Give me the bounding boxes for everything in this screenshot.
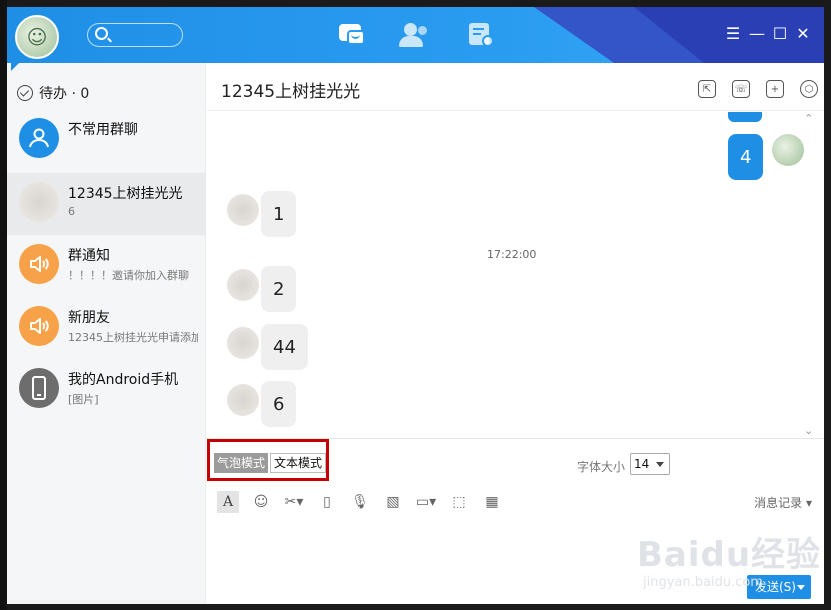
message-list: ⌃ 4 1 17:22:00 2 44 6 ⌄ <box>207 112 824 438</box>
group-icon <box>19 118 59 158</box>
conversation-name: 12345上树挂光光 <box>68 186 183 202</box>
message-bubble-partial <box>728 112 762 122</box>
conversation-item-android-phone[interactable]: 我的Android手机 [图片] <box>7 359 206 421</box>
settings-icon[interactable]: ⬡ <box>800 80 818 98</box>
red-packet-icon[interactable]: ⬚ <box>448 491 470 513</box>
contact-avatar <box>227 194 259 226</box>
screenshot-scissors-icon[interactable]: ✂▾ <box>283 491 305 513</box>
input-toolbar: A ☺ ✂▾ ▯ 🎙 ▧ ▭▾ ⬚ ▦ <box>217 491 503 513</box>
todo-row[interactable]: 待办 · 0 <box>17 83 89 103</box>
nav-contacts-icon[interactable] <box>399 21 429 49</box>
nav-messages-icon[interactable] <box>337 21 367 49</box>
menu-icon[interactable]: ☰ <box>724 25 742 43</box>
search-box[interactable] <box>87 23 183 47</box>
phone-icon <box>19 368 59 408</box>
conversation-preview: ！！！！邀请你加入群聊 <box>68 269 189 282</box>
message-history-button[interactable]: 消息记录 ▾ <box>754 494 812 511</box>
conversation-item-new-friends[interactable]: 新朋友 12345上树挂光光申请添加 <box>7 297 206 359</box>
pin-flag <box>11 63 19 71</box>
self-avatar[interactable]: ☺ <box>15 15 59 59</box>
screen-share-icon[interactable]: ⇱ <box>698 80 716 98</box>
conversation-preview: 6 <box>68 205 75 218</box>
font-icon[interactable]: A <box>217 491 239 513</box>
conversation-sidebar: 待办 · 0 不常用群聊 12345上树挂光光 6 群通知 ！！！！邀请你加入群… <box>7 63 206 604</box>
title-bar: ☺ ☰ — ☐ ✕ <box>7 7 824 63</box>
conversation-item-group-notice[interactable]: 群通知 ！！！！邀请你加入群聊 <box>7 235 206 297</box>
shake-icon[interactable]: ▯ <box>316 491 338 513</box>
close-icon[interactable]: ✕ <box>794 25 812 43</box>
conversation-preview: [图片] <box>68 393 99 406</box>
text-mode-button[interactable]: 文本模式 <box>270 453 326 473</box>
scroll-up-icon[interactable]: ⌃ <box>804 112 813 125</box>
conversation-name: 我的Android手机 <box>68 372 179 388</box>
conversation-item-uncommon-groups[interactable]: 不常用群聊 <box>7 109 206 171</box>
user-avatar <box>19 182 59 222</box>
watermark-url: jingyan.baidu.com <box>643 575 763 590</box>
message-bubble[interactable]: 1 <box>261 191 297 237</box>
call-icon[interactable]: ☏ <box>732 80 750 98</box>
message-timestamp: 17:22:00 <box>487 248 537 261</box>
chat-header: 12345上树挂光光 ⇱ ☏ + ⬡ <box>207 63 824 111</box>
conversation-name: 群通知 <box>68 248 110 264</box>
scroll-down-icon[interactable]: ⌄ <box>804 424 813 437</box>
qq-window: ☺ ☰ — ☐ ✕ 待办 · 0 不常用群聊 12345上树挂光光 6 群通知 … <box>7 7 824 604</box>
font-size-select[interactable]: 14 <box>630 453 670 475</box>
maximize-icon[interactable]: ☐ <box>771 25 789 43</box>
conversation-item-user[interactable]: 12345上树挂光光 6 <box>7 173 206 235</box>
contact-avatar <box>227 269 259 301</box>
message-bubble[interactable]: 44 <box>261 324 308 370</box>
send-options-chevron-icon[interactable] <box>797 585 805 590</box>
conversation-preview: 12345上树挂光光申请添加 <box>68 331 198 344</box>
screen-edge <box>0 0 7 610</box>
minimize-icon[interactable]: — <box>748 25 766 43</box>
calendar-icon[interactable]: ▦ <box>481 491 503 513</box>
contact-avatar <box>227 384 259 416</box>
bubble-mode-button[interactable]: 气泡模式 <box>214 453 269 473</box>
speaker-icon <box>19 244 59 284</box>
image-icon[interactable]: ▧ <box>382 491 404 513</box>
todo-label: 待办 · 0 <box>39 86 90 102</box>
message-bubble[interactable]: 6 <box>261 381 297 427</box>
microphone-icon[interactable]: 🎙 <box>349 491 371 513</box>
add-member-icon[interactable]: + <box>766 80 784 98</box>
check-circle-icon <box>17 85 33 101</box>
conversation-name: 不常用群聊 <box>68 122 138 138</box>
conversation-name: 新朋友 <box>68 310 110 326</box>
emoji-icon[interactable]: ☺ <box>250 491 272 513</box>
display-mode-toggle: 气泡模式 文本模式 <box>207 439 329 481</box>
folder-icon[interactable]: ▭▾ <box>415 491 437 513</box>
search-icon <box>95 27 108 40</box>
history-label: 消息记录 <box>754 496 803 510</box>
nav-apps-icon[interactable] <box>467 21 497 49</box>
contact-avatar <box>227 327 259 359</box>
self-message-avatar <box>772 134 804 166</box>
message-bubble-mine[interactable]: 4 <box>728 134 764 180</box>
speaker-icon <box>19 306 59 346</box>
watermark-logo: Baidu经验 <box>637 535 822 575</box>
font-size-label: 字体大小 <box>577 460 626 474</box>
message-bubble[interactable]: 2 <box>261 266 297 312</box>
chat-title: 12345上树挂光光 <box>221 82 361 102</box>
